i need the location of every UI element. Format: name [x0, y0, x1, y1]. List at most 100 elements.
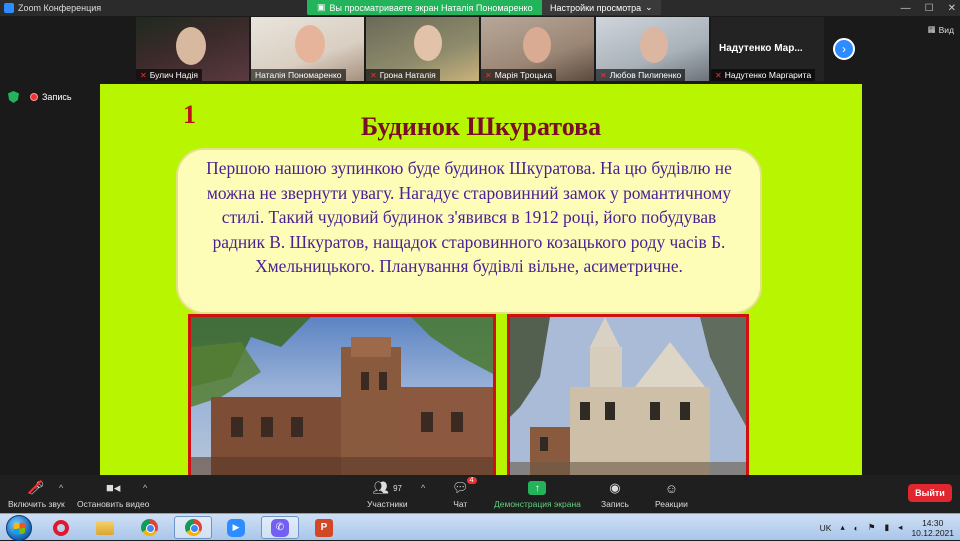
recording-indicator[interactable]: Запись: [30, 92, 72, 102]
taskbar-app-opera[interactable]: [42, 516, 80, 539]
video-camera-icon: ■◂: [106, 480, 121, 495]
opera-icon: [53, 519, 69, 536]
network-icon[interactable]: ▮: [884, 522, 889, 533]
chat-label: Чат: [453, 499, 468, 509]
participant-name: Надутенко Маргарита: [724, 70, 812, 80]
chevron-down-icon: ⌄: [645, 2, 653, 12]
participant-name-bar: ✕ Грона Наталія: [366, 69, 440, 81]
powerpoint-icon: P: [315, 518, 333, 537]
chrome-icon: [140, 519, 158, 536]
system-tray: UK ▴ ◐ ⚑ ▮ ◂ 14:30 10.12.2021: [820, 514, 954, 541]
volume-icon[interactable]: ◂: [898, 522, 902, 533]
reactions-button[interactable]: ☺ Реакции: [655, 479, 688, 510]
participant-face: [640, 27, 668, 63]
participants-button[interactable]: 👥︎ 97 Участники: [367, 479, 408, 509]
mic-muted-icon: ✕: [140, 70, 147, 80]
chat-unread-badge: 4: [466, 477, 477, 484]
share-banner-text: Вы просматриваете экран Наталія Пономаре…: [329, 2, 533, 13]
participants-options-chevron-up-icon[interactable]: ^: [421, 483, 425, 493]
start-button[interactable]: [6, 515, 32, 541]
building-photo-right-illustration: [510, 317, 746, 475]
taskbar-app-chrome-active[interactable]: [174, 516, 212, 539]
mic-muted-icon: ✕: [715, 70, 722, 80]
mic-muted-icon: ✕: [370, 70, 377, 80]
participant-face: [523, 27, 551, 63]
participant-face: [176, 27, 206, 65]
participant-name: Марія Троцька: [494, 70, 553, 80]
participant-display-name: Надутенко Мар...: [719, 43, 803, 54]
participant-name: Любов Пилипенко: [609, 70, 682, 80]
windows-taskbar: ▶ ✆ P UK ▴ ◐ ⚑ ▮ ◂ 14:30 10.12.2021: [0, 513, 960, 541]
participants-label: Участники: [367, 499, 408, 509]
participant-tile[interactable]: ✕ Марія Троцька: [481, 17, 594, 81]
slide-body-text: Першою нашою зупинкою буде будинок Шкура…: [206, 158, 732, 276]
tray-app-icon[interactable]: ⚑: [868, 522, 876, 533]
window-controls: — ☐ ✕: [901, 0, 956, 16]
participant-tile[interactable]: ✕ Грона Наталія: [366, 17, 479, 81]
participant-name-bar: ✕ Марія Троцька: [481, 69, 557, 81]
participant-name-bar: ✕ Любов Пилипенко: [596, 69, 686, 81]
taskbar-app-chrome[interactable]: [130, 516, 168, 539]
minimize-icon[interactable]: —: [901, 3, 911, 14]
windows-logo-icon: [14, 522, 25, 535]
stop-video-label: Остановить видео: [77, 499, 150, 509]
view-button[interactable]: ▦ Вид: [928, 24, 954, 35]
mic-muted-icon: 🎤︎: [28, 479, 45, 495]
shield-icon[interactable]: [8, 91, 19, 103]
share-banner[interactable]: ▣ Вы просматриваете экран Наталія Понома…: [307, 0, 543, 15]
tray-expand-icon[interactable]: ▴: [840, 522, 844, 533]
viber-icon: ✆: [271, 518, 289, 537]
app-title: Zoom Конференция: [0, 3, 101, 13]
grid-icon: ▦: [927, 24, 936, 34]
video-options-chevron-up-icon[interactable]: ^: [143, 483, 147, 493]
view-options-button[interactable]: Настройки просмотра ⌄: [542, 0, 661, 15]
participant-name: Грона Наталія: [379, 70, 436, 80]
taskbar-app-explorer[interactable]: [86, 516, 124, 539]
tray-app-icon[interactable]: ◐: [854, 523, 859, 533]
window-title: Zoom Конференция: [18, 3, 102, 13]
taskbar-app-viber[interactable]: ✆: [261, 516, 299, 539]
leave-meeting-button[interactable]: Выйти: [908, 484, 952, 502]
building-photo-left-illustration: [191, 317, 493, 475]
reactions-label: Реакции: [655, 499, 688, 509]
folder-icon: [96, 520, 114, 535]
participant-name-bar: ✕ Надутенко Маргарита: [711, 69, 816, 81]
building-photo-left: [188, 314, 496, 475]
view-label: Вид: [938, 24, 954, 35]
clock[interactable]: 14:30 10.12.2021: [911, 518, 954, 538]
participant-name: Булич Надія: [149, 70, 198, 80]
taskbar-app-zoom[interactable]: ▶: [217, 516, 255, 539]
participant-tile[interactable]: Наталія Пономаренко: [251, 17, 364, 81]
unmute-button[interactable]: 🎤︎ Включить звук: [8, 479, 65, 509]
record-button[interactable]: ◉ Запись: [601, 479, 629, 509]
chrome-icon: [184, 519, 202, 536]
video-gallery-strip: ✕ Булич Надія Наталія Пономаренко ✕ Грон…: [136, 17, 824, 81]
share-screen-label: Демонстрация экрана: [494, 499, 581, 509]
close-icon[interactable]: ✕: [948, 3, 956, 14]
participant-tile[interactable]: Надутенко Мар... ✕ Надутенко Маргарита: [711, 17, 824, 81]
participants-count: 97: [393, 483, 403, 493]
participant-name: Наталія Пономаренко: [255, 70, 342, 80]
clock-date: 10.12.2021: [911, 527, 954, 538]
record-dot-icon: [30, 93, 38, 101]
stop-video-button[interactable]: ■◂ Остановить видео: [77, 479, 149, 509]
unmute-label: Включить звук: [8, 499, 65, 509]
participant-tile[interactable]: ✕ Булич Надія: [136, 17, 249, 81]
language-indicator[interactable]: UK: [820, 523, 832, 533]
chat-button[interactable]: 💬︎ 4 Чат: [452, 477, 477, 509]
gallery-next-button[interactable]: ›: [833, 38, 855, 60]
chat-icon: 💬︎ 4: [452, 477, 477, 497]
slide-text-box: Першою нашою зупинкою буде будинок Шкура…: [176, 148, 762, 314]
participant-face: [295, 25, 325, 63]
participant-name-bar: Наталія Пономаренко: [251, 69, 346, 81]
participant-tile[interactable]: ✕ Любов Пилипенко: [596, 17, 709, 81]
maximize-icon[interactable]: ☐: [925, 3, 934, 14]
screen-share-icon: ▣: [317, 2, 326, 12]
meeting-toolbar: 🎤︎ Включить звук ^ ■◂ Остановить видео ^…: [0, 475, 960, 513]
zoom-icon: ▶: [227, 518, 245, 537]
audio-options-chevron-up-icon[interactable]: ^: [59, 483, 63, 493]
smiley-plus-icon: ☺: [664, 480, 679, 496]
share-screen-button[interactable]: ↑ Демонстрация экрана: [494, 479, 581, 509]
taskbar-app-powerpoint[interactable]: P: [305, 516, 343, 539]
record-icon: ◉: [609, 480, 621, 495]
